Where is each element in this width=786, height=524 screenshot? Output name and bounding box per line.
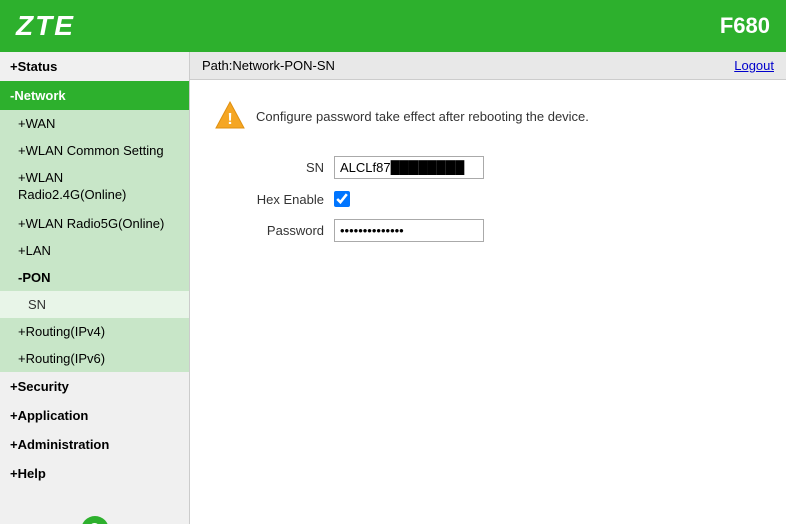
sn-label: SN [214,160,324,175]
sidebar-item-administration[interactable]: +Administration [0,430,189,459]
sn-input[interactable] [334,156,484,179]
sidebar-item-help[interactable]: +Help [0,459,189,488]
main-content: Path:Network-PON-SN Logout ! Configure p… [190,52,786,524]
password-label: Password [214,223,324,238]
sidebar-item-lan[interactable]: +LAN [0,237,189,264]
content-area: ! Configure password take effect after r… [190,80,786,524]
sidebar-item-sn[interactable]: SN [0,291,189,318]
sidebar-item-routing-ipv4[interactable]: +Routing(IPv4) [0,318,189,345]
sn-row: SN [214,156,762,179]
path-bar: Path:Network-PON-SN Logout [190,52,786,80]
sidebar-item-wlan-24g[interactable]: +WLANRadio2.4G(Online) [0,164,189,210]
hex-enable-label: Hex Enable [214,192,324,207]
sidebar: +Status -Network +WAN +WLAN Common Setti… [0,52,190,524]
sidebar-item-wlan-5g[interactable]: +WLAN Radio5G(Online) [0,210,189,237]
sidebar-item-routing-ipv6[interactable]: +Routing(IPv6) [0,345,189,372]
sidebar-item-wlan-common[interactable]: +WLAN Common Setting [0,137,189,164]
warning-banner: ! Configure password take effect after r… [214,100,762,132]
warning-icon: ! [214,100,246,132]
password-input[interactable] [334,219,484,242]
password-row: Password [214,219,762,242]
svg-text:!: ! [227,111,232,128]
sidebar-item-application[interactable]: +Application [0,401,189,430]
zte-logo: ZTE [16,10,75,42]
sidebar-item-pon[interactable]: -PON [0,264,189,291]
main-layout: +Status -Network +WAN +WLAN Common Setti… [0,52,786,524]
warning-message: Configure password take effect after reb… [256,109,589,124]
sidebar-item-wan[interactable]: +WAN [0,110,189,137]
hex-enable-checkbox[interactable] [334,191,350,207]
breadcrumb: Path:Network-PON-SN [202,58,335,73]
sidebar-item-network[interactable]: -Network [0,81,189,110]
header: ZTE F680 [0,0,786,52]
help-circle-button[interactable]: ? [81,516,109,524]
model-name: F680 [720,13,770,39]
logout-link[interactable]: Logout [734,58,774,73]
hex-enable-row: Hex Enable [214,191,762,207]
sidebar-item-security[interactable]: +Security [0,372,189,401]
sidebar-item-status[interactable]: +Status [0,52,189,81]
